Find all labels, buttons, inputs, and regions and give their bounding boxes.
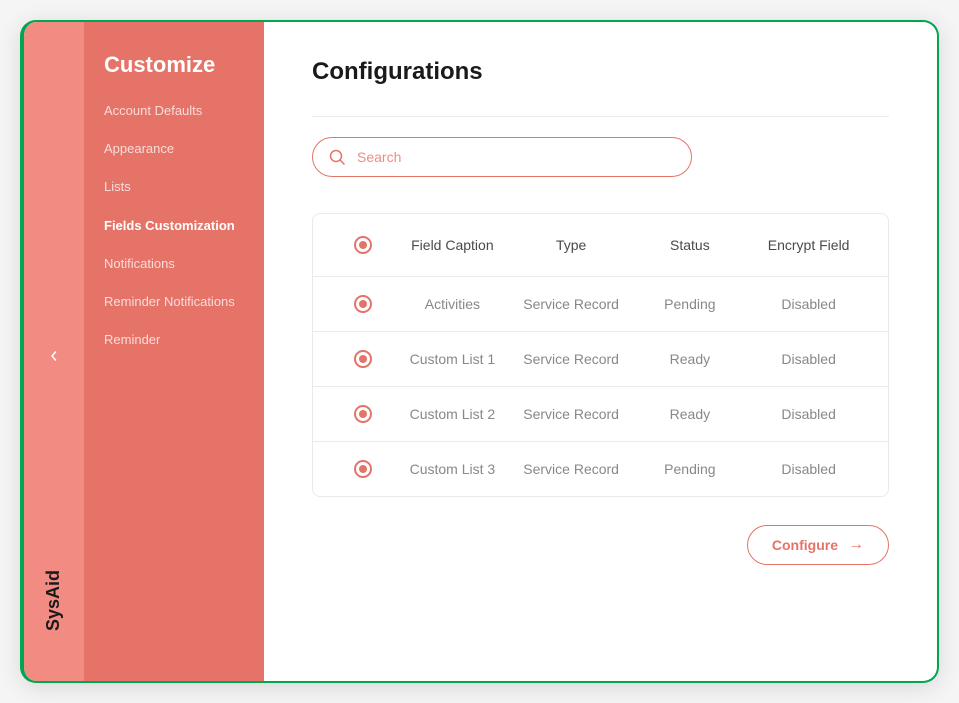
sidebar-nav: Account Defaults Appearance Lists Fields… (104, 102, 244, 349)
sidebar-item-reminder[interactable]: Reminder (104, 331, 244, 349)
cell-caption: Custom List 1 (393, 351, 512, 367)
cell-status: Pending (631, 461, 750, 477)
table-row: Custom List 3 Service Record Pending Dis… (313, 442, 888, 496)
divider (312, 116, 889, 117)
row-select-radio[interactable] (354, 295, 372, 313)
header-encrypt: Encrypt Field (749, 237, 868, 253)
table-row: Activities Service Record Pending Disabl… (313, 277, 888, 332)
header-radio-cell (333, 236, 393, 254)
header-field-caption: Field Caption (393, 237, 512, 253)
configure-button-label: Configure (772, 537, 838, 553)
sidebar-item-notifications[interactable]: Notifications (104, 255, 244, 273)
brand-logo: SysAid (44, 570, 65, 631)
configure-button[interactable]: Configure → (747, 525, 889, 565)
sidebar: Customize Account Defaults Appearance Li… (84, 22, 264, 681)
cell-status: Ready (631, 406, 750, 422)
row-radio-cell (333, 405, 393, 423)
cell-type: Service Record (512, 296, 631, 312)
row-radio-cell (333, 460, 393, 478)
cell-type: Service Record (512, 351, 631, 367)
brand-rail: SysAid (24, 22, 84, 681)
sidebar-collapse-button[interactable] (40, 342, 68, 370)
cell-caption: Activities (393, 296, 512, 312)
table-row: Custom List 1 Service Record Ready Disab… (313, 332, 888, 387)
sidebar-item-reminder-notifications[interactable]: Reminder Notifications (104, 293, 244, 311)
row-radio-cell (333, 295, 393, 313)
config-table: Field Caption Type Status Encrypt Field … (312, 213, 889, 497)
actions-bar: Configure → (312, 525, 889, 565)
sidebar-item-lists[interactable]: Lists (104, 178, 244, 196)
cell-encrypt: Disabled (749, 406, 868, 422)
cell-caption: Custom List 3 (393, 461, 512, 477)
table-row: Custom List 2 Service Record Ready Disab… (313, 387, 888, 442)
cell-encrypt: Disabled (749, 461, 868, 477)
search-input[interactable] (312, 137, 692, 177)
sidebar-item-account-defaults[interactable]: Account Defaults (104, 102, 244, 120)
header-status: Status (631, 237, 750, 253)
page-title: Configurations (312, 58, 889, 86)
main-content: Configurations Field Caption Type Status… (264, 22, 937, 681)
cell-encrypt: Disabled (749, 296, 868, 312)
header-type: Type (512, 237, 631, 253)
cell-status: Pending (631, 296, 750, 312)
cell-type: Service Record (512, 461, 631, 477)
search-icon (328, 148, 346, 166)
cell-status: Ready (631, 351, 750, 367)
table-header-row: Field Caption Type Status Encrypt Field (313, 214, 888, 277)
cell-type: Service Record (512, 406, 631, 422)
row-select-radio[interactable] (354, 460, 372, 478)
sidebar-item-fields-customization[interactable]: Fields Customization (104, 217, 244, 235)
arrow-right-icon: → (848, 536, 864, 554)
app-window: SysAid Customize Account Defaults Appear… (20, 20, 939, 683)
row-radio-cell (333, 350, 393, 368)
sidebar-item-appearance[interactable]: Appearance (104, 140, 244, 158)
row-select-radio[interactable] (354, 405, 372, 423)
select-all-radio[interactable] (354, 236, 372, 254)
cell-caption: Custom List 2 (393, 406, 512, 422)
cell-encrypt: Disabled (749, 351, 868, 367)
search-wrapper (312, 137, 692, 177)
row-select-radio[interactable] (354, 350, 372, 368)
chevron-left-icon (49, 348, 59, 364)
sidebar-title: Customize (104, 52, 244, 78)
